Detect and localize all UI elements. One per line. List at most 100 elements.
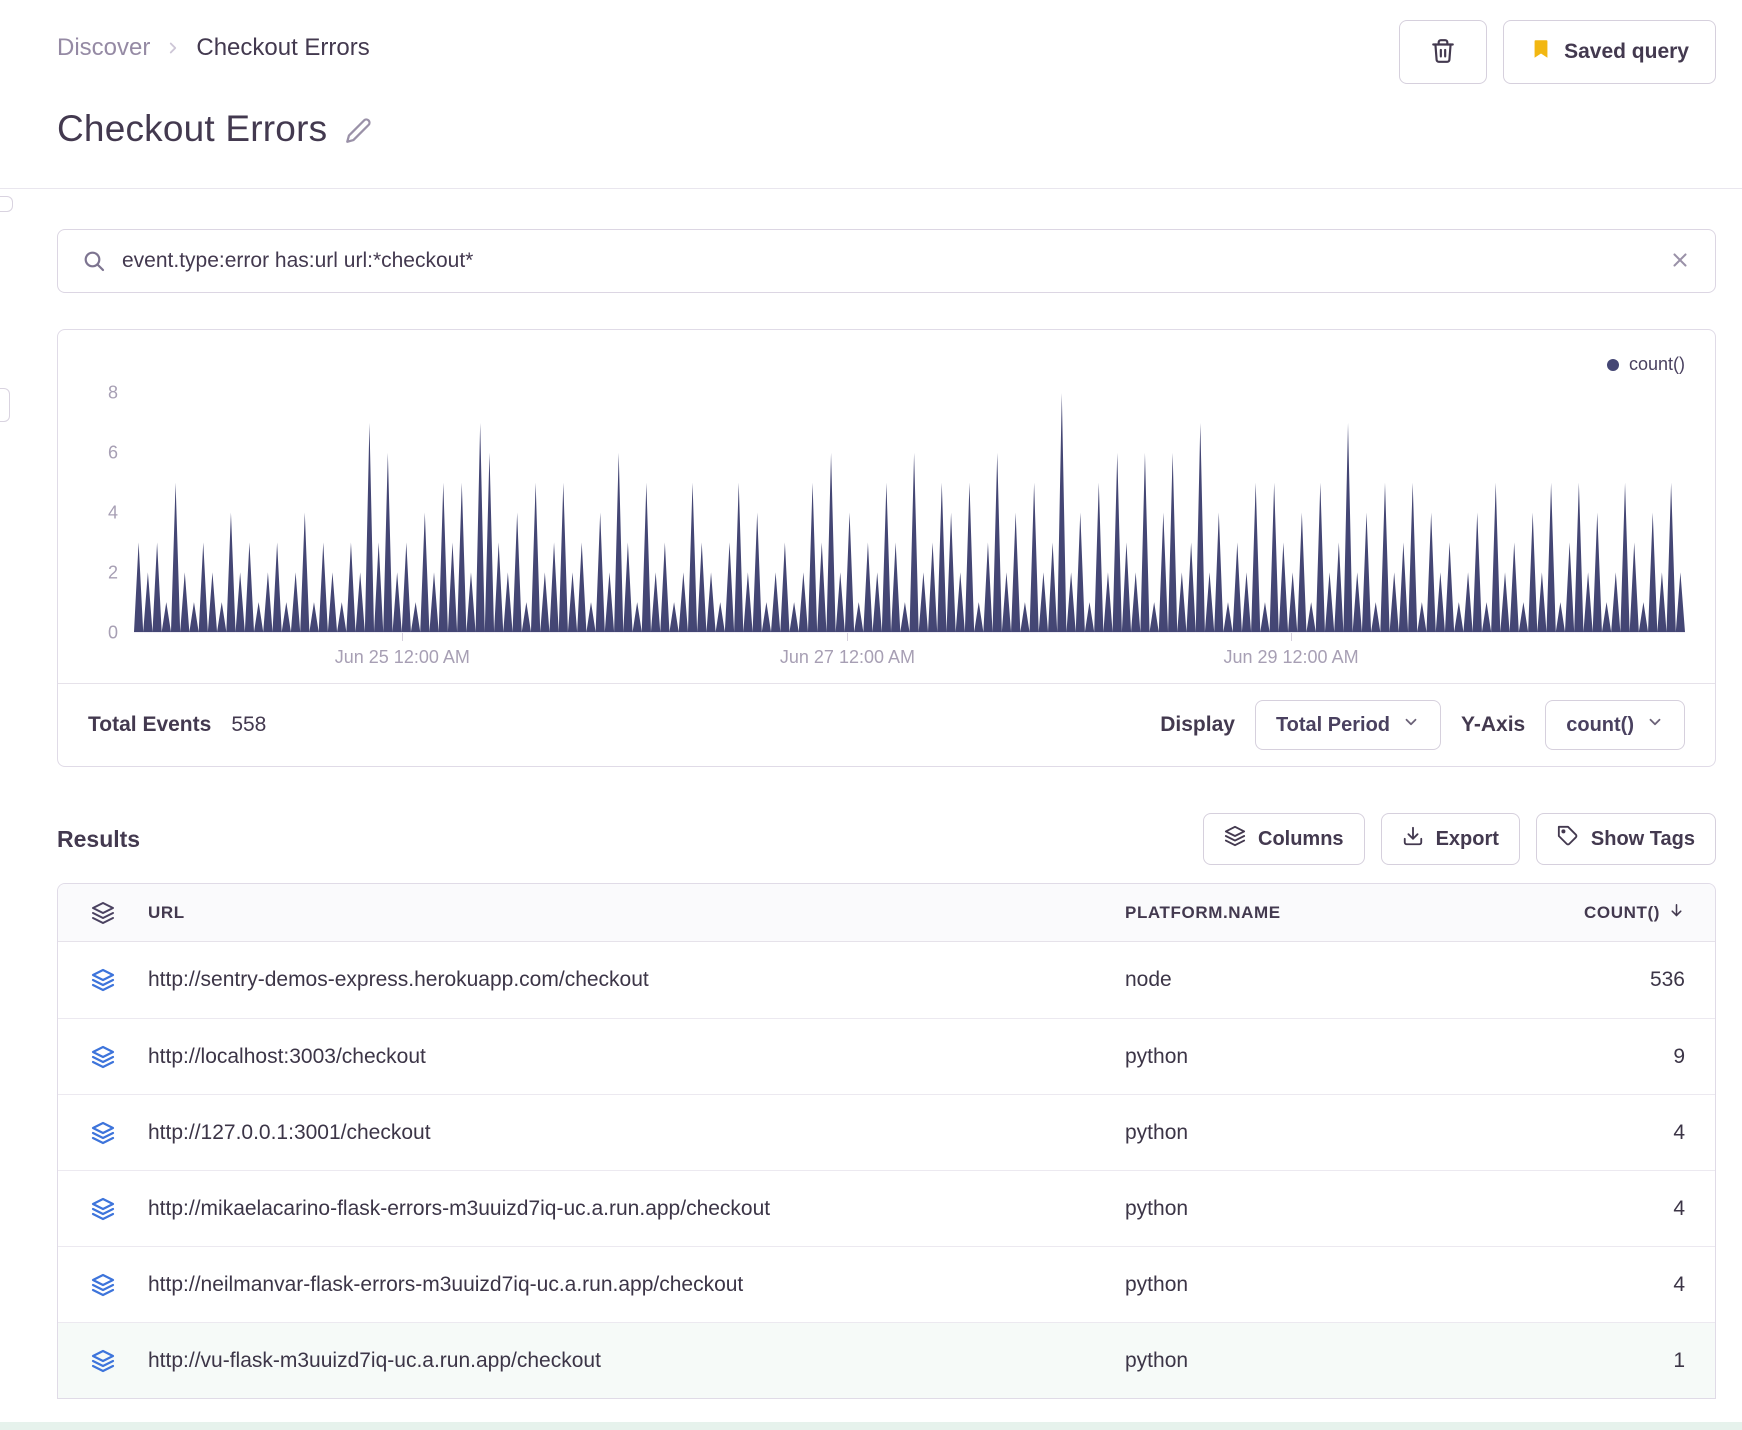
page-bottom-edge (0, 1422, 1742, 1430)
row-platform[interactable]: python (1125, 1197, 1545, 1221)
table-row[interactable]: http://127.0.0.1:3001/checkout python 4 (58, 1094, 1715, 1170)
table-row[interactable]: http://neilmanvar-flask-errors-m3uuizd7i… (58, 1246, 1715, 1322)
table-body: http://sentry-demos-express.herokuapp.co… (58, 942, 1715, 1398)
show-tags-button-label: Show Tags (1590, 827, 1695, 850)
row-count[interactable]: 4 (1545, 1273, 1715, 1297)
page-title: Checkout Errors (57, 108, 328, 149)
header-actions: Saved query (1399, 20, 1716, 84)
table-row[interactable]: http://localhost:3003/checkout python 9 (58, 1018, 1715, 1094)
columns-button[interactable]: Columns (1203, 813, 1365, 865)
row-url[interactable]: http://neilmanvar-flask-errors-m3uuizd7i… (148, 1273, 1125, 1297)
chart-footer: Total Events 558 Display Total Period Y-… (58, 683, 1715, 766)
display-dropdown[interactable]: Total Period (1254, 700, 1442, 750)
row-url[interactable]: http://localhost:3003/checkout (148, 1045, 1125, 1069)
legend-label: count() (1628, 354, 1685, 374)
chart-area-svg (134, 392, 1685, 632)
chevron-down-icon (1402, 713, 1420, 737)
search-icon (82, 249, 106, 273)
row-count[interactable]: 1 (1545, 1349, 1715, 1373)
columns-button-label: Columns (1258, 827, 1344, 850)
results-header: Results Columns Export Show Tags (57, 813, 1716, 865)
y-tick-label: 6 (107, 442, 118, 463)
column-header-url[interactable]: URL (148, 903, 1125, 923)
row-count[interactable]: 4 (1545, 1197, 1715, 1221)
header-divider (0, 188, 1742, 189)
row-platform[interactable]: python (1125, 1045, 1545, 1069)
layers-icon (1224, 825, 1246, 853)
saved-query-label: Saved query (1564, 40, 1689, 63)
row-count[interactable]: 9 (1545, 1045, 1715, 1069)
y-axis-dropdown[interactable]: count() (1545, 700, 1685, 750)
x-tick-label: Jun 27 12:00 AM (779, 647, 916, 667)
edit-title-button[interactable] (345, 117, 372, 147)
y-tick-label: 2 (107, 562, 118, 583)
legend-item-count[interactable]: count() (88, 354, 1685, 375)
row-url[interactable]: http://sentry-demos-express.herokuapp.co… (148, 968, 1125, 992)
y-axis-label: Y-Axis (1461, 713, 1526, 736)
table-row[interactable]: http://vu-flask-m3uuizd7iq-uc.a.run.app/… (58, 1322, 1715, 1398)
y-tick-label: 8 (107, 382, 118, 403)
tag-icon (1557, 825, 1579, 853)
row-stack-icon[interactable] (58, 968, 148, 992)
column-header-count[interactable]: COUNT() (1545, 902, 1715, 924)
x-tick-mark (847, 633, 849, 641)
display-label: Display (1160, 713, 1235, 736)
delete-query-button[interactable] (1399, 20, 1488, 84)
row-stack-icon[interactable] (58, 1197, 148, 1221)
bookmark-icon (1530, 36, 1552, 68)
row-count[interactable]: 4 (1545, 1121, 1715, 1145)
breadcrumb: Discover Checkout Errors (57, 34, 370, 62)
close-icon (1669, 249, 1691, 274)
table-header-row: URL PLATFORM.NAME COUNT() (58, 884, 1715, 942)
breadcrumb-current: Checkout Errors (196, 34, 370, 61)
row-platform[interactable]: python (1125, 1121, 1545, 1145)
y-tick-label: 4 (107, 502, 118, 523)
results-table: URL PLATFORM.NAME COUNT() http://sentry-… (57, 883, 1716, 1399)
display-dropdown-value: Total Period (1275, 713, 1391, 736)
discover-page: Discover Checkout Errors Saved query Che… (0, 0, 1742, 1430)
title-row: Checkout Errors (57, 108, 1716, 150)
row-count[interactable]: 536 (1545, 968, 1715, 992)
row-stack-icon[interactable] (58, 1349, 148, 1373)
chart: 0 2 4 6 8 (88, 382, 1685, 643)
chevron-right-icon (164, 39, 182, 57)
chart-panel: count() 0 2 4 6 8 Jun 25 12:00 AM Jun 27 12:0… (57, 329, 1716, 767)
row-url[interactable]: http://vu-flask-m3uuizd7iq-uc.a.run.app/… (148, 1349, 1125, 1373)
chart-plot (134, 383, 1685, 633)
breadcrumb-discover[interactable]: Discover (57, 34, 150, 62)
row-platform[interactable]: python (1125, 1273, 1545, 1297)
y-tick-label: 0 (107, 622, 118, 643)
page-header: Discover Checkout Errors Saved query (57, 0, 1716, 84)
x-tick-label: Jun 25 12:00 AM (334, 647, 470, 667)
panel-collapse-handle (0, 388, 10, 422)
show-tags-button[interactable]: Show Tags (1535, 813, 1716, 865)
x-tick-label: Jun 29 12:00 AM (1223, 647, 1359, 667)
chevron-down-icon (1646, 713, 1664, 737)
total-events: Total Events 558 (88, 713, 266, 737)
download-icon (1402, 825, 1424, 853)
row-platform[interactable]: python (1125, 1349, 1545, 1373)
x-tick-mark (402, 633, 404, 641)
row-stack-icon[interactable] (58, 1121, 148, 1145)
x-tick-mark (1291, 633, 1293, 641)
table-row[interactable]: http://sentry-demos-express.herokuapp.co… (58, 942, 1715, 1018)
export-button[interactable]: Export (1380, 813, 1520, 865)
saved-query-button[interactable]: Saved query (1503, 20, 1716, 84)
row-stack-icon[interactable] (58, 1273, 148, 1297)
pencil-icon (345, 117, 372, 147)
column-header-platform[interactable]: PLATFORM.NAME (1125, 903, 1545, 923)
legend-dot (1606, 358, 1619, 371)
sort-desc-arrow-icon (1668, 902, 1685, 924)
sidebar-collapse-tab (0, 196, 13, 212)
row-url[interactable]: http://mikaelacarino-flask-errors-m3uuiz… (148, 1197, 1125, 1221)
search-input[interactable] (122, 249, 1653, 273)
row-platform[interactable]: node (1125, 968, 1545, 992)
y-axis-dropdown-value: count() (1566, 713, 1634, 736)
table-row[interactable]: http://mikaelacarino-flask-errors-m3uuiz… (58, 1170, 1715, 1246)
row-url[interactable]: http://127.0.0.1:3001/checkout (148, 1121, 1125, 1145)
total-events-value: 558 (231, 713, 267, 736)
export-button-label: Export (1435, 827, 1499, 850)
total-events-label: Total Events (88, 713, 212, 736)
clear-search-button[interactable] (1669, 249, 1691, 274)
row-stack-icon[interactable] (58, 1045, 148, 1069)
